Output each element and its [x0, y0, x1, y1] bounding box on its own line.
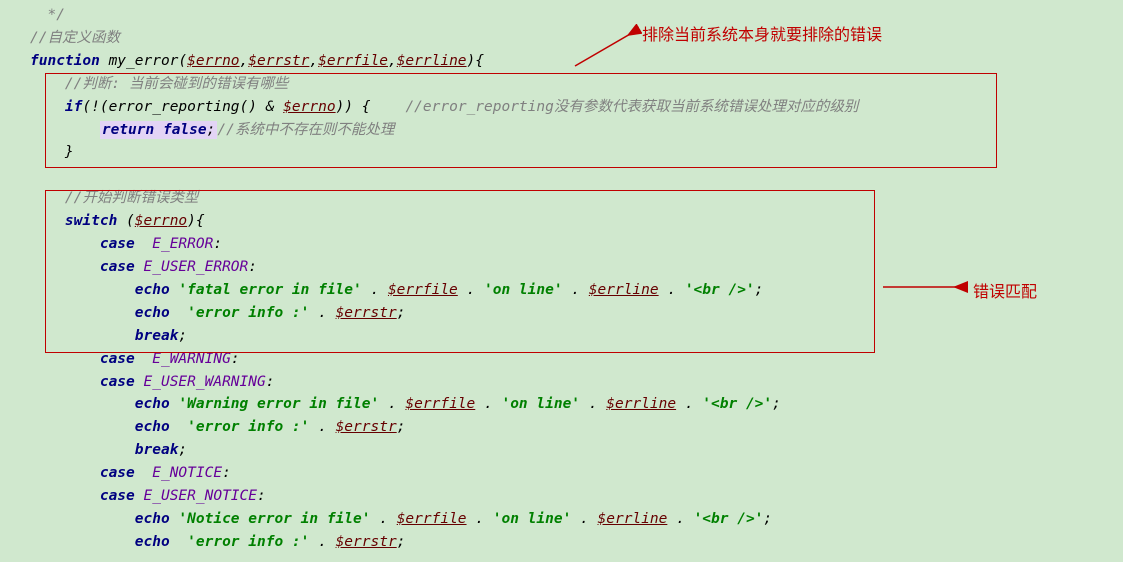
line-case-warn: case E_WARNING: [30, 348, 1123, 371]
line-if: if(!(error_reporting() & $errno)) { //er… [30, 96, 1123, 119]
kw-false: false [163, 122, 207, 138]
kw-return: return [102, 122, 154, 138]
var-errno: $errno [283, 99, 335, 115]
highlight: return false; [100, 121, 218, 139]
var-errline: $errline [606, 396, 676, 412]
line-break1: break; [30, 325, 1123, 348]
comment: //error_reporting没有参数代表获取当前系统错误处理对应的级别 [405, 99, 858, 115]
kw-case: case [100, 351, 135, 367]
kw-case: case [100, 488, 135, 504]
kw-break: break [135, 442, 179, 458]
str: '<br />' [685, 282, 755, 298]
fn-error-reporting: error_reporting [109, 99, 240, 115]
str: 'Notice error in file' [178, 511, 370, 527]
kw-break: break [135, 328, 179, 344]
const: E_NOTICE [152, 465, 222, 481]
kw-case: case [100, 259, 135, 275]
line-case-unotice: case E_USER_NOTICE: [30, 485, 1123, 508]
str: 'error info :' [187, 305, 309, 321]
kw-function: function [30, 53, 100, 69]
kw-echo: echo [135, 511, 170, 527]
line-close-if: } [30, 141, 1123, 164]
line-fn-decl: function my_error($errno,$errstr,$errfil… [30, 50, 1123, 73]
const: E_ERROR [152, 236, 213, 252]
line-echo-notice: echo 'Notice error in file' . $errfile .… [30, 508, 1123, 531]
kw-case: case [100, 236, 135, 252]
kw-echo: echo [135, 282, 170, 298]
var-errfile: $errfile [388, 282, 458, 298]
const: E_USER_NOTICE [144, 488, 258, 504]
comment: //系统中不存在则不能处理 [217, 122, 394, 138]
var-errfile: $errfile [318, 53, 388, 69]
line-case-uerr: case E_USER_ERROR: [30, 256, 1123, 279]
annotation-exclude-errors: 排除当前系统本身就要排除的错误 [642, 23, 882, 48]
str: '<br />' [702, 396, 772, 412]
str: 'error info :' [187, 419, 309, 435]
var-errstr: $errstr [248, 53, 309, 69]
line-case-err: case E_ERROR: [30, 233, 1123, 256]
line-return: return false;//系统中不存在则不能处理 [30, 119, 1123, 142]
annotation-error-match: 错误匹配 [973, 280, 1037, 305]
kw-echo: echo [135, 396, 170, 412]
str: 'on line' [484, 282, 563, 298]
str: 'Warning error in file' [178, 396, 379, 412]
line-switch: switch ($errno){ [30, 210, 1123, 233]
kw-echo: echo [135, 534, 170, 550]
line-custom-fn: //自定义函数 [30, 27, 1123, 50]
line-echo-fatal: echo 'fatal error in file' . $errfile . … [30, 279, 1123, 302]
str: 'on line' [493, 511, 572, 527]
fn-name: my_error [109, 53, 179, 69]
line-echo-warn: echo 'Warning error in file' . $errfile … [30, 393, 1123, 416]
str: '<br />' [694, 511, 764, 527]
line-comment-type: //开始判断错误类型 [30, 187, 1123, 210]
line-echo-info2: echo 'error info :' . $errstr; [30, 416, 1123, 439]
var-errline: $errline [598, 511, 668, 527]
line-break2: break; [30, 439, 1123, 462]
var-errno: $errno [187, 53, 239, 69]
var-errfile: $errfile [397, 511, 467, 527]
comment: //判断: 当前会碰到的错误有哪些 [65, 76, 288, 92]
line-case-uwarn: case E_USER_WARNING: [30, 371, 1123, 394]
str: 'error info :' [187, 534, 309, 550]
var-errstr: $errstr [336, 419, 397, 435]
str: 'fatal error in file' [178, 282, 361, 298]
const: E_USER_WARNING [144, 374, 266, 390]
comment: //自定义函数 [30, 30, 120, 46]
var-errline: $errline [589, 282, 659, 298]
kw-echo: echo [135, 305, 170, 321]
kw-case: case [100, 374, 135, 390]
var-errfile: $errfile [405, 396, 475, 412]
line-echo-info3: echo 'error info :' . $errstr; [30, 531, 1123, 554]
const: E_WARNING [152, 351, 231, 367]
kw-switch: switch [65, 213, 117, 229]
line-close-comment: */ [30, 4, 1123, 27]
kw-case: case [100, 465, 135, 481]
var-errline: $errline [397, 53, 467, 69]
line-echo-info1: echo 'error info :' . $errstr; [30, 302, 1123, 325]
const: E_USER_ERROR [144, 259, 249, 275]
var-errstr: $errstr [336, 534, 397, 550]
str: 'on line' [501, 396, 580, 412]
var-errstr: $errstr [336, 305, 397, 321]
line-case-notice: case E_NOTICE: [30, 462, 1123, 485]
line-blank [30, 164, 1123, 187]
kw-if: if [65, 99, 82, 115]
var-errno: $errno [135, 213, 187, 229]
line-comment-judge: //判断: 当前会碰到的错误有哪些 [30, 73, 1123, 96]
comment: */ [47, 7, 64, 23]
kw-echo: echo [135, 419, 170, 435]
comment: //开始判断错误类型 [65, 190, 198, 206]
